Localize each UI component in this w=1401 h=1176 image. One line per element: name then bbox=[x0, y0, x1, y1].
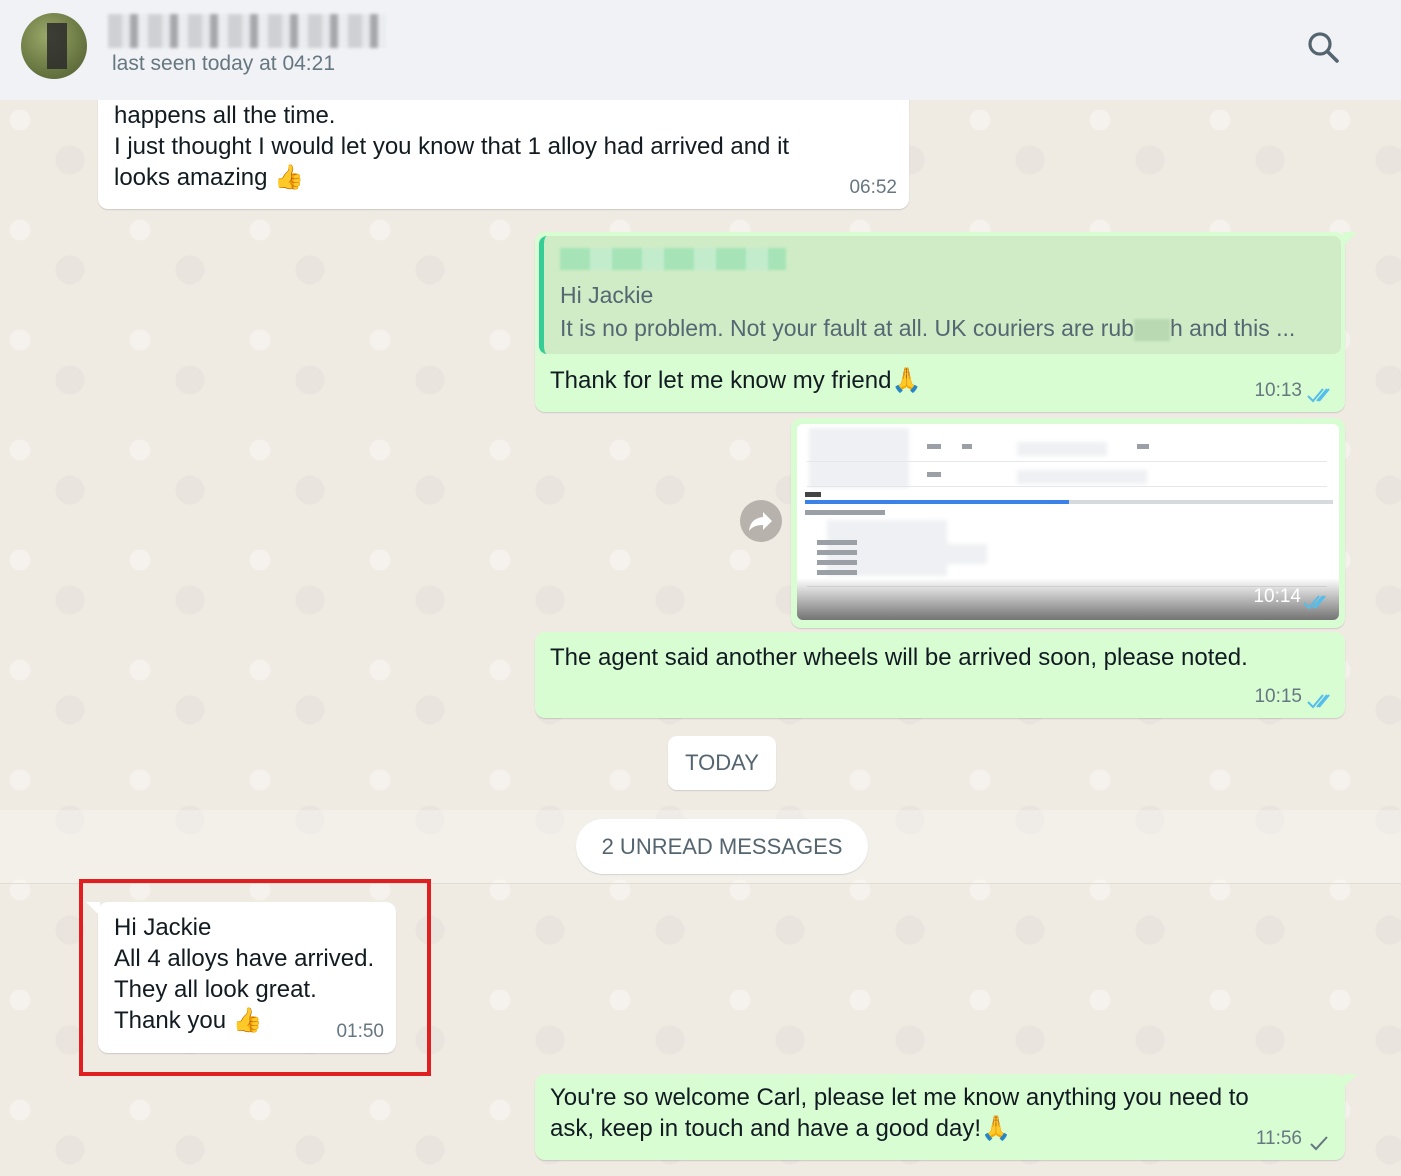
forward-icon[interactable] bbox=[740, 500, 782, 542]
read-ticks-icon bbox=[1303, 595, 1326, 610]
screenshot-image[interactable]: 10:14 bbox=[797, 424, 1339, 620]
redaction-smudge bbox=[1133, 318, 1170, 341]
message-outgoing[interactable]: You're so welcome Carl, please let me kn… bbox=[535, 1074, 1357, 1160]
message-text: ask, keep in touch and have a good day! bbox=[550, 1115, 981, 1142]
message-text: They all look great. bbox=[114, 976, 317, 1003]
message-outgoing-image[interactable]: 10:14 bbox=[791, 418, 1345, 628]
quote-text: It is no problem. Not your fault at all.… bbox=[560, 315, 1134, 341]
message-time: 06:52 bbox=[849, 177, 897, 198]
unread-messages-banner: 2 UNREAD MESSAGES bbox=[576, 819, 868, 874]
bubble-tail bbox=[1343, 232, 1357, 246]
sent-tick-icon bbox=[1310, 1136, 1328, 1151]
message-outgoing[interactable]: The agent said another wheels will be ar… bbox=[535, 632, 1345, 718]
message-time: 10:15 bbox=[1254, 686, 1302, 707]
quote-author-redacted bbox=[560, 248, 786, 270]
message-text: looks amazing bbox=[114, 164, 268, 191]
last-seen-status: last seen today at 04:21 bbox=[112, 52, 335, 75]
message-time: 10:13 bbox=[1254, 380, 1302, 401]
message-text: The agent said another wheels will be ar… bbox=[550, 644, 1248, 671]
chat-area[interactable]: happens all the time. I just thought I w… bbox=[0, 100, 1401, 1176]
date-separator: TODAY bbox=[668, 736, 776, 790]
read-ticks-icon bbox=[1307, 694, 1330, 709]
message-text: All 4 alloys have arrived. bbox=[114, 945, 375, 972]
message-text: I just thought I would let you know that… bbox=[114, 133, 790, 160]
quoted-message[interactable]: Hi Jackie It is no problem. Not your fau… bbox=[539, 236, 1341, 354]
message-incoming[interactable]: Hi Jackie All 4 alloys have arrived. The… bbox=[86, 902, 396, 1053]
image-time: 10:14 bbox=[1253, 586, 1301, 607]
quote-text: h and this ... bbox=[1169, 315, 1296, 341]
read-ticks-icon bbox=[1307, 388, 1330, 403]
message-text: Thank you bbox=[114, 1007, 227, 1034]
message-time: 01:50 bbox=[336, 1021, 384, 1042]
chat-header: last seen today at 04:21 bbox=[0, 0, 1401, 100]
quote-text: Hi Jackie bbox=[560, 282, 654, 308]
message-time: 11:56 bbox=[1255, 1128, 1302, 1149]
message-incoming[interactable]: happens all the time. I just thought I w… bbox=[98, 100, 909, 209]
thumbs-up-emoji: 👍 bbox=[274, 163, 304, 191]
contact-avatar[interactable] bbox=[21, 13, 87, 79]
bubble-tail bbox=[86, 902, 100, 916]
search-icon[interactable] bbox=[1306, 30, 1340, 64]
message-outgoing[interactable]: Hi Jackie It is no problem. Not your fau… bbox=[535, 232, 1357, 412]
message-text: happens all the time. bbox=[114, 102, 336, 129]
message-text: You're so welcome Carl, please let me kn… bbox=[550, 1084, 1249, 1111]
folded-hands-emoji: 🙏 bbox=[980, 1114, 1011, 1142]
thumbs-up-emoji: 👍 bbox=[232, 1006, 263, 1034]
bubble-tail bbox=[1343, 1074, 1357, 1088]
message-text: Thank for let me know my friend bbox=[550, 367, 892, 394]
folded-hands-emoji: 🙏 bbox=[891, 366, 922, 394]
contact-name-redacted[interactable] bbox=[108, 14, 386, 48]
message-text: Hi Jackie bbox=[114, 914, 212, 941]
